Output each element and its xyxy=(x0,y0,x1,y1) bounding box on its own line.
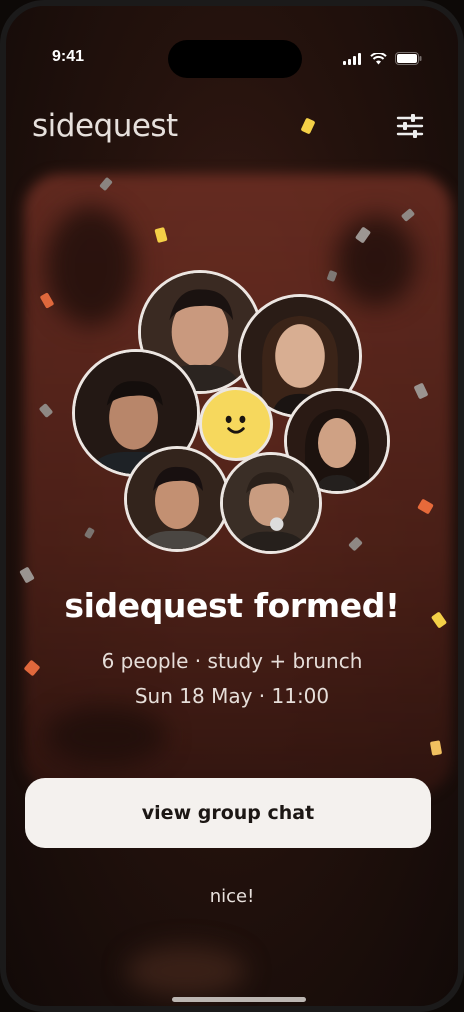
dynamic-island xyxy=(168,40,302,78)
nice-dismiss-button[interactable]: nice! xyxy=(6,886,458,907)
status-icons xyxy=(343,50,422,69)
battery-icon xyxy=(395,50,422,69)
view-group-chat-button[interactable]: view group chat xyxy=(25,778,431,848)
status-time: 9:41 xyxy=(52,48,85,65)
member-avatar xyxy=(220,452,322,554)
background-blob xyxy=(126,946,246,996)
background-blob xyxy=(46,206,136,326)
member-avatar xyxy=(124,446,230,552)
wifi-icon xyxy=(370,50,387,69)
group-details: 6 people · study + brunch xyxy=(101,649,363,673)
signal-icon xyxy=(343,50,362,69)
home-indicator[interactable] xyxy=(172,997,306,1002)
brand-logo: sidequest xyxy=(32,108,178,144)
background-blob xyxy=(336,216,416,306)
background-blob xyxy=(46,706,166,766)
smiley-icon xyxy=(199,387,273,461)
success-headline: sidequest formed! xyxy=(64,586,400,625)
app-header: sidequest xyxy=(32,106,426,150)
filter-button[interactable] xyxy=(394,110,426,142)
phone-screen: 9:41 sidequest sidequest formed! 6 peopl… xyxy=(0,0,464,1012)
event-schedule: Sun 18 May · 11:00 xyxy=(134,684,330,708)
sliders-icon xyxy=(396,114,424,138)
status-bar: 9:41 xyxy=(46,40,422,78)
